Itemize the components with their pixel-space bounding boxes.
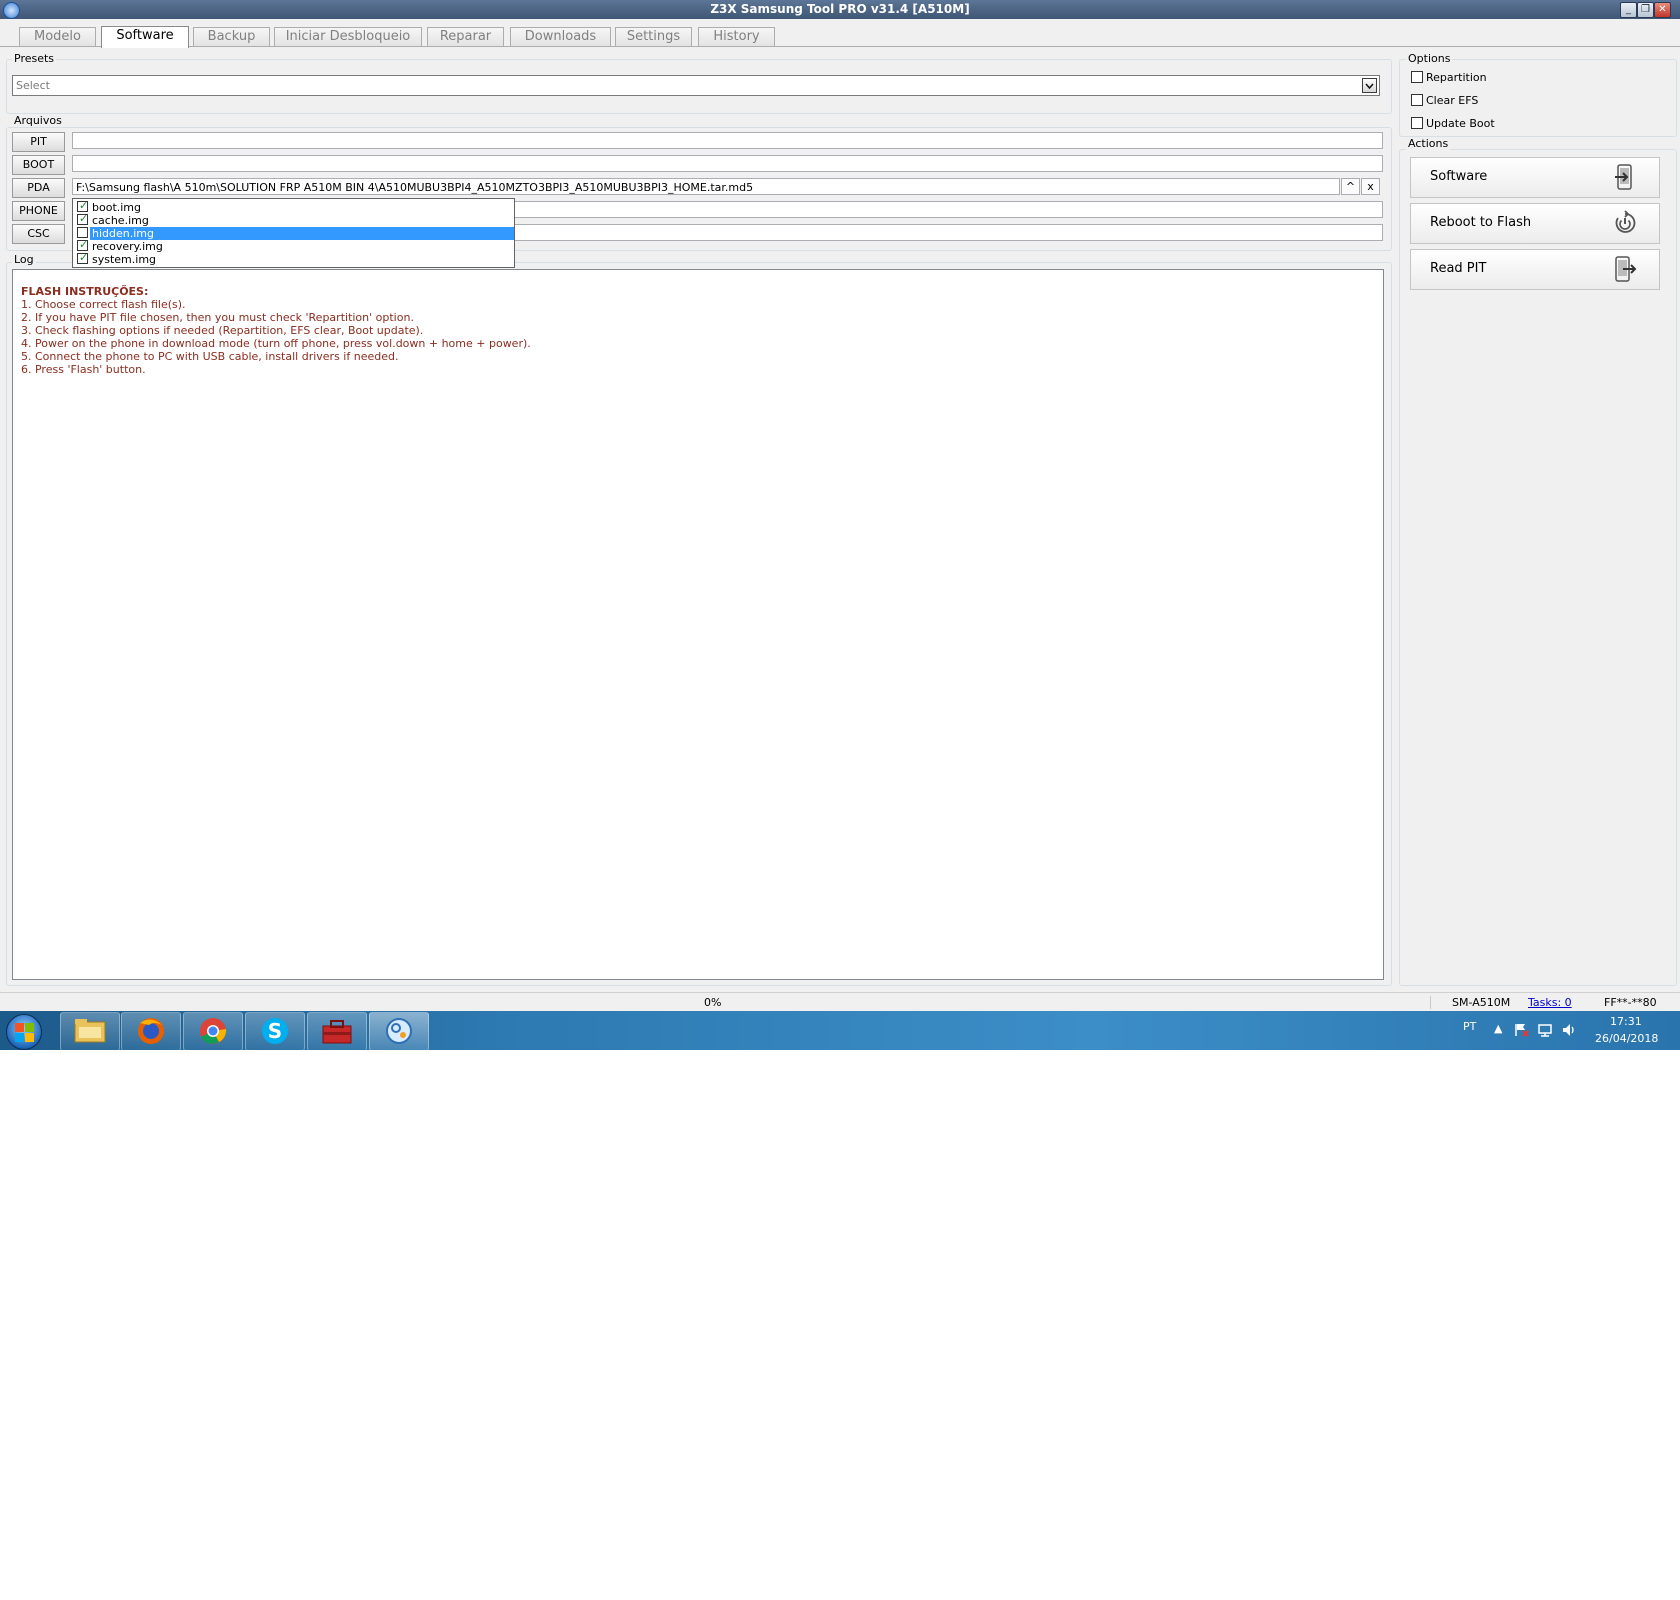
z3x-icon (386, 1018, 412, 1044)
toolbox-icon (322, 1020, 352, 1044)
update-boot-checkbox[interactable] (1411, 117, 1423, 129)
phone-flash-icon (1615, 164, 1632, 190)
tray-expand-icon[interactable]: ▲ (1494, 1022, 1502, 1035)
tab-reparar[interactable]: Reparar (427, 27, 504, 47)
read-pit-button-label: Read PIT (1430, 261, 1487, 276)
progress-text: 0% (704, 996, 722, 1009)
power-refresh-icon (1615, 210, 1636, 233)
tab-backup[interactable]: Backup (193, 27, 270, 47)
update-boot-label[interactable]: Update Boot (1426, 117, 1495, 130)
status-bar: 0% SM-A510M Tasks: 0 FF**-**80 (0, 992, 1680, 1012)
skype-icon: S (262, 1018, 288, 1044)
network-icon[interactable] (1537, 1022, 1553, 1038)
log-label: Log (12, 253, 36, 266)
list-item[interactable]: cache.img (73, 212, 514, 227)
tab-downloads[interactable]: Downloads (510, 27, 611, 47)
tab-settings[interactable]: Settings (615, 27, 692, 47)
log-title: FLASH INSTRUÇÕES: (21, 285, 149, 298)
phone-button[interactable]: PHONE (12, 201, 65, 221)
chevron-down-icon (1365, 83, 1374, 90)
presets-label: Presets (12, 52, 57, 65)
taskbar-toolbox[interactable] (307, 1012, 367, 1051)
log-line: 6. Press 'Flash' button. (21, 363, 146, 376)
explorer-icon (74, 1019, 106, 1043)
checkbox[interactable] (77, 238, 88, 251)
taskbar-explorer[interactable] (60, 1012, 120, 1051)
repartition-label[interactable]: Repartition (1426, 71, 1487, 84)
checkbox[interactable] (77, 199, 88, 212)
taskbar-skype[interactable]: S (245, 1012, 305, 1051)
tab-software[interactable]: Software (101, 26, 189, 48)
list-item[interactable]: boot.img (73, 199, 514, 214)
list-item[interactable]: recovery.img (73, 238, 514, 253)
actions-label: Actions (1406, 137, 1451, 150)
tab-iniciar-desbloqueio[interactable]: Iniciar Desbloqueio (274, 27, 422, 47)
log-line: 5. Connect the phone to PC with USB cabl… (21, 350, 399, 363)
clock-date[interactable]: 26/04/2018 (1595, 1032, 1658, 1045)
firefox-icon (138, 1018, 164, 1044)
clock-time[interactable]: 17:31 (1610, 1015, 1642, 1028)
read-pit-button[interactable]: Read PIT (1410, 249, 1660, 290)
taskbar-chrome[interactable] (183, 1012, 243, 1051)
list-item[interactable]: hidden.img (73, 227, 514, 240)
reboot-to-flash-button[interactable]: Reboot to Flash (1410, 203, 1660, 244)
clear-efs-label[interactable]: Clear EFS (1426, 94, 1478, 107)
presets-select-value: Select (16, 79, 50, 92)
tab-modelo[interactable]: Modelo (19, 27, 96, 47)
pda-expand-button[interactable]: ^ (1341, 178, 1360, 195)
presets-dropdown-button[interactable] (1362, 78, 1377, 93)
tasks-link[interactable]: Tasks: 0 (1528, 993, 1572, 1012)
taskbar-z3x[interactable] (369, 1012, 429, 1051)
device-model: SM-A510M (1452, 996, 1511, 1009)
checkbox[interactable] (77, 251, 88, 264)
close-button[interactable]: ✕ (1654, 2, 1671, 18)
log-line: 3. Check flashing options if needed (Rep… (21, 324, 424, 337)
reboot-button-label: Reboot to Flash (1430, 215, 1532, 230)
checkbox[interactable] (77, 227, 88, 238)
status-divider (1430, 996, 1431, 1009)
start-button[interactable] (6, 1014, 42, 1050)
clear-efs-checkbox[interactable] (1411, 94, 1423, 106)
pda-clear-button[interactable]: x (1361, 178, 1380, 195)
pda-file-list[interactable]: boot.img cache.img hidden.img recovery.i… (72, 198, 515, 268)
chrome-icon (200, 1018, 227, 1044)
list-item[interactable]: system.img (73, 251, 514, 266)
pda-button[interactable]: PDA (12, 178, 65, 198)
tab-history[interactable]: History (698, 27, 775, 47)
boot-field[interactable] (72, 155, 1383, 172)
maximize-button[interactable]: ❐ (1637, 2, 1654, 18)
log-line: 1. Choose correct flash file(s). (21, 298, 186, 311)
options-label: Options (1406, 52, 1453, 65)
pit-field[interactable] (72, 132, 1383, 149)
arquivos-label: Arquivos (12, 114, 64, 127)
repartition-checkbox[interactable] (1411, 71, 1423, 83)
presets-select[interactable]: Select (12, 75, 1380, 96)
pda-field[interactable]: F:\Samsung flash\A 510m\SOLUTION FRP A51… (72, 178, 1340, 195)
csc-button[interactable]: CSC (12, 224, 65, 244)
log-output[interactable]: FLASH INSTRUÇÕES: 1. Choose correct flas… (12, 269, 1384, 980)
boot-button[interactable]: BOOT (12, 155, 65, 175)
device-serial: FF**-**80 (1604, 996, 1657, 1009)
volume-icon[interactable] (1561, 1022, 1577, 1038)
language-indicator[interactable]: PT (1463, 1020, 1476, 1033)
phone-read-icon (1615, 256, 1637, 282)
software-button[interactable]: Software (1410, 157, 1660, 198)
log-line: 2. If you have PIT file chosen, then you… (21, 311, 414, 324)
windows-logo-icon (15, 1023, 24, 1032)
action-center-icon[interactable] (1514, 1022, 1530, 1038)
minimize-button[interactable]: _ (1620, 2, 1637, 18)
pit-button[interactable]: PIT (12, 132, 65, 152)
tab-divider (0, 46, 1680, 47)
window-title: Z3X Samsung Tool PRO v31.4 [A510M] (710, 2, 970, 16)
svg-text:S: S (268, 1019, 282, 1043)
software-button-label: Software (1430, 169, 1488, 184)
log-line: 4. Power on the phone in download mode (… (21, 337, 531, 350)
checkbox[interactable] (77, 212, 88, 225)
taskbar-firefox[interactable] (121, 1012, 181, 1051)
